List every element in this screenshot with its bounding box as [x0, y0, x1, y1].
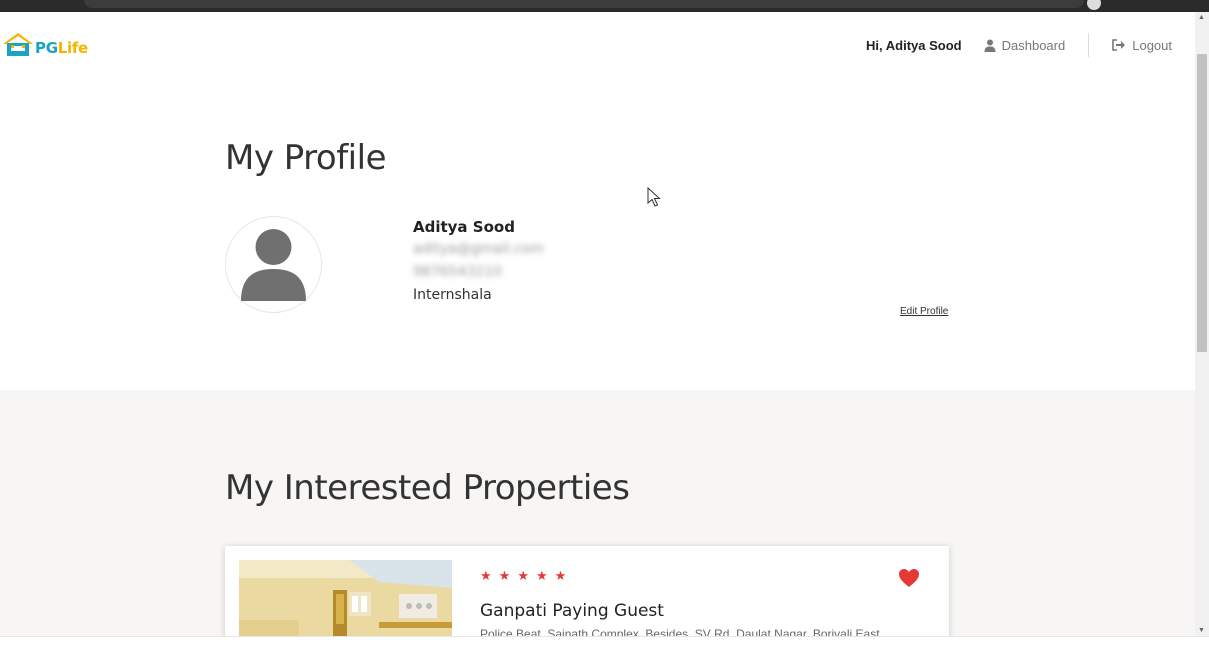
- logo[interactable]: PGLife: [2, 31, 88, 59]
- nav-right: Hi, Aditya Sood Dashboard Logout: [866, 33, 1172, 57]
- page-scrollbar[interactable]: ▲ ▼: [1195, 12, 1209, 636]
- navbar: PGLife Hi, Aditya Sood Dashboard Logout: [0, 12, 1195, 76]
- heart-icon[interactable]: [898, 568, 920, 593]
- interested-properties-section: My Interested Properties ★ ★ ★ ★ ★ Ganpa…: [0, 390, 1195, 636]
- address-bar[interactable]: [84, 0, 1084, 8]
- profile-phone: 9876543210: [413, 264, 503, 280]
- star-icon: ★: [535, 568, 548, 583]
- scroll-down-icon[interactable]: ▼: [1198, 627, 1205, 634]
- dashboard-label: Dashboard: [1001, 37, 1066, 53]
- mouse-cursor-icon: [647, 186, 661, 212]
- property-name[interactable]: Ganpati Paying Guest: [480, 601, 664, 621]
- profile-email: aditya@gmail.com: [413, 241, 544, 257]
- logout-link[interactable]: Logout: [1112, 38, 1172, 53]
- dashboard-link[interactable]: Dashboard: [984, 37, 1066, 53]
- section-title: My Interested Properties: [225, 468, 630, 508]
- scroll-thumb[interactable]: [1197, 54, 1207, 352]
- star-icon: ★: [480, 568, 492, 583]
- house-logo-icon: [2, 31, 34, 59]
- profile-icon[interactable]: [1087, 0, 1101, 10]
- user-icon: [984, 39, 996, 52]
- logo-life: Life: [57, 39, 89, 57]
- star-icon: ★: [554, 568, 567, 583]
- sign-out-icon: [1112, 39, 1126, 51]
- profile-section: My Profile Aditya Sood aditya@gmail.com …: [0, 76, 1195, 390]
- user-greeting: Hi, Aditya Sood: [866, 37, 962, 53]
- bottom-bar: [0, 636, 1209, 661]
- rating-stars: ★ ★ ★ ★ ★: [480, 568, 573, 584]
- scroll-up-icon[interactable]: ▲: [1198, 14, 1205, 21]
- logout-label: Logout: [1132, 37, 1172, 53]
- logo-pg: PG: [35, 39, 58, 57]
- avatar: [225, 216, 322, 313]
- profile-college: Internshala: [413, 287, 492, 303]
- logo-text: PGLife: [35, 39, 88, 57]
- property-image[interactable]: [239, 560, 452, 636]
- star-icon: ★: [517, 568, 529, 583]
- browser-chrome: [0, 0, 1209, 12]
- profile-name: Aditya Sood: [413, 218, 515, 236]
- user-avatar-icon: [241, 229, 306, 301]
- property-address: Police Beat, Sainath Complex, Besides, S…: [480, 627, 880, 636]
- star-icon: ★: [498, 568, 511, 583]
- edit-profile-link[interactable]: Edit Profile: [900, 306, 948, 317]
- nav-divider: [1088, 33, 1090, 57]
- property-card[interactable]: ★ ★ ★ ★ ★ Ganpati Paying Guest Police Be…: [225, 546, 949, 636]
- profile-info: Aditya Sood aditya@gmail.com 9876543210 …: [413, 218, 544, 310]
- page-viewport: PGLife Hi, Aditya Sood Dashboard Logout: [0, 12, 1195, 636]
- page-title: My Profile: [225, 138, 386, 178]
